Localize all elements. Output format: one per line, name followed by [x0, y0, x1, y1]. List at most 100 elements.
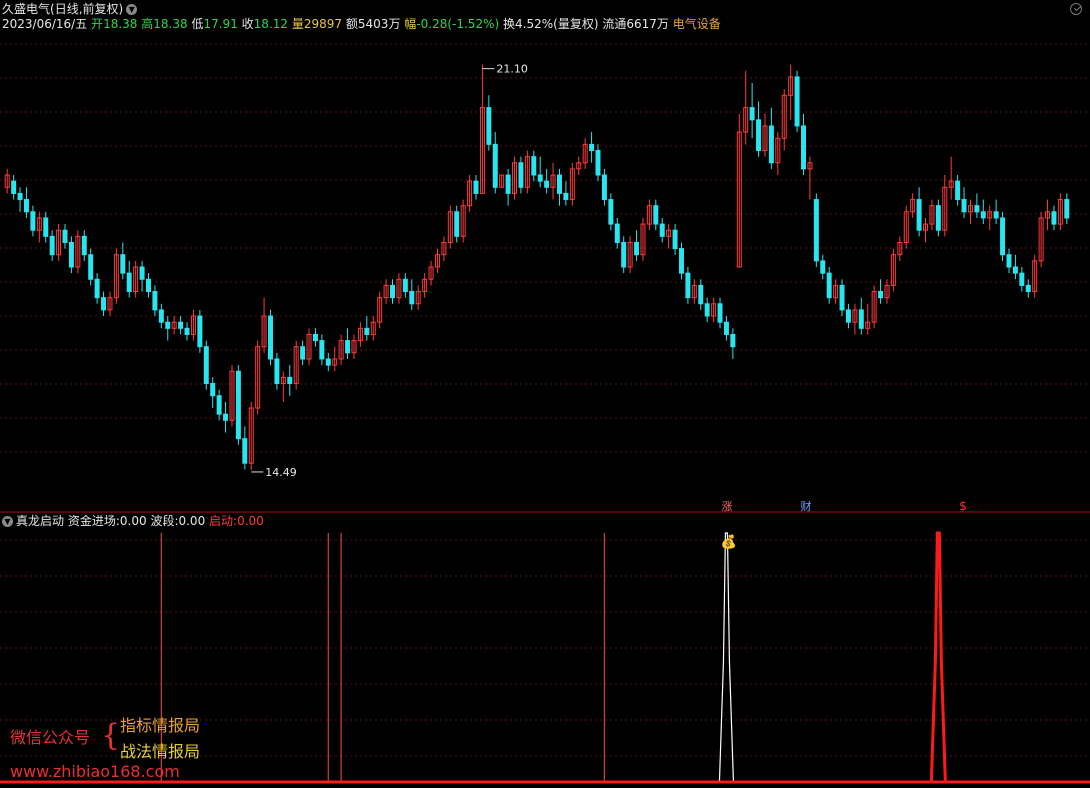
- candle-body: [955, 180, 961, 201]
- candle-body: [120, 254, 126, 274]
- candle-body: [672, 229, 678, 250]
- candle-body: [704, 303, 710, 317]
- candle-body: [242, 438, 248, 464]
- watermark-url: www.zhibiao168.com: [10, 762, 180, 781]
- candle-body: [492, 143, 498, 188]
- candle-body: [1012, 266, 1018, 274]
- candle-body: [216, 395, 222, 415]
- candle-body: [653, 205, 659, 225]
- candle-body: [325, 358, 331, 366]
- candle-body: [473, 180, 479, 194]
- candle-body: [62, 229, 68, 243]
- candle-body: [409, 291, 415, 305]
- candle-body: [165, 321, 171, 329]
- candle-body: [454, 211, 460, 237]
- candle-body: [974, 205, 980, 213]
- candle-body: [935, 205, 941, 231]
- candle-body: [614, 223, 620, 243]
- candle-body: [531, 156, 537, 176]
- candle-body: [537, 174, 543, 182]
- candle-body: [878, 291, 884, 299]
- candle-body: [608, 199, 614, 225]
- indicator-name[interactable]: 真龙启动: [16, 514, 64, 528]
- candle-body: [11, 180, 17, 194]
- candle-body: [916, 199, 922, 231]
- price-annotation-label: 21.10: [496, 63, 528, 76]
- candle-body: [1019, 272, 1025, 286]
- candle-body: [312, 333, 318, 342]
- candle-body: [235, 370, 241, 440]
- candlestick-chart[interactable]: 21.10 14.49 涨 财 $ 💰: [0, 0, 1090, 788]
- candle-body: [319, 340, 325, 360]
- candle-body: [81, 235, 87, 256]
- candle-body: [621, 241, 627, 268]
- candle-body: [505, 174, 511, 194]
- candle-body: [486, 107, 492, 145]
- candle-body: [145, 278, 151, 293]
- candle-body: [801, 125, 806, 170]
- candle-body: [634, 241, 640, 256]
- indicator-menu-icon[interactable]: ▼: [2, 516, 13, 527]
- dollar-marker[interactable]: $: [959, 499, 967, 513]
- candle-body: [152, 291, 158, 311]
- candle-body: [158, 309, 164, 323]
- watermark-wechat: 微信公众号: [10, 728, 91, 747]
- candle-body: [94, 278, 100, 299]
- start-label: 启动:: [209, 514, 238, 528]
- candle-body: [717, 303, 723, 323]
- candle-body: [556, 174, 562, 194]
- candle-body: [518, 162, 524, 188]
- zhang-marker[interactable]: 涨: [722, 500, 733, 513]
- candle-body: [794, 76, 800, 127]
- candle-body: [43, 217, 49, 237]
- candle-body: [1006, 254, 1012, 268]
- candle-body: [390, 284, 396, 299]
- candle-body: [659, 223, 665, 237]
- wave-signal-spike: [718, 532, 735, 783]
- candle-body: [961, 199, 967, 213]
- candle-body: [595, 150, 601, 176]
- candle-body: [274, 358, 280, 385]
- watermark-name-1: 指标情报局: [120, 716, 201, 735]
- candle-body: [839, 284, 845, 311]
- event-markers: 涨 财 $: [722, 499, 967, 513]
- candle-body: [563, 192, 569, 201]
- price-annotation-label: 14.49: [265, 466, 297, 479]
- candle-body: [826, 272, 832, 299]
- candle-body: [993, 211, 999, 219]
- candle-body: [768, 125, 774, 164]
- candle-body: [730, 333, 736, 348]
- candle-body: [1051, 211, 1057, 225]
- candle-body: [23, 199, 29, 213]
- cai-marker[interactable]: 财: [801, 499, 812, 513]
- candle-body: [68, 241, 74, 268]
- candle-series: [4, 64, 1070, 470]
- candle-body: [820, 260, 826, 274]
- candle-body: [17, 192, 23, 201]
- candle-body: [685, 272, 691, 299]
- money-bag-icon: 💰: [721, 534, 737, 550]
- candle-body: [184, 327, 190, 335]
- watermark-name-2: 战法情报局: [120, 742, 201, 761]
- indicator-header: ▼ 真龙启动 资金进场:0.00 波段:0.00 启动:0.00: [2, 513, 264, 529]
- candle-body: [749, 107, 755, 121]
- candle-body: [813, 199, 819, 262]
- candle-body: [101, 297, 107, 311]
- candle-body: [210, 383, 216, 397]
- candle-body: [268, 315, 273, 360]
- wave-label: 波段:: [150, 514, 179, 528]
- candle-body: [756, 119, 762, 151]
- candle-body: [197, 315, 203, 348]
- candle-body: [203, 346, 209, 385]
- candle-body: [223, 413, 229, 421]
- candle-body: [698, 284, 704, 305]
- candle-body: [300, 346, 306, 360]
- candle-body: [402, 278, 408, 293]
- candle-body: [723, 321, 729, 335]
- fund-value: 0.00: [119, 514, 147, 528]
- wave-value: 0.00: [178, 514, 206, 528]
- candle-body: [589, 143, 595, 152]
- candle-body: [88, 254, 94, 280]
- candle-body: [678, 248, 684, 274]
- watermark-brace: {: [101, 718, 121, 753]
